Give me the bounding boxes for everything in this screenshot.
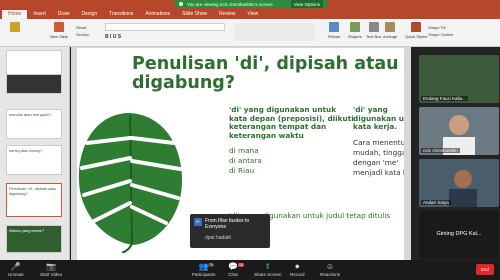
paste-button[interactable] bbox=[10, 22, 20, 34]
participant-video-tile[interactable]: Ginting DPG Kal... bbox=[419, 211, 499, 259]
participants-count: 70 bbox=[208, 263, 214, 267]
chat-bubble-icon: 💬 bbox=[228, 262, 238, 271]
shape-fill-button[interactable]: Shape Fill bbox=[428, 25, 446, 30]
reset-button[interactable]: Reset bbox=[76, 25, 86, 30]
ribbon-tabs: Home Insert Draw Design Transitions Anim… bbox=[0, 9, 500, 19]
format-buttons[interactable]: B I U S bbox=[105, 34, 185, 41]
tab-home[interactable]: Home bbox=[2, 10, 28, 19]
participant-video-tile[interactable]: Endang Fauzi Kalla... bbox=[419, 55, 499, 103]
smiley-icon: ☺ bbox=[325, 262, 335, 271]
shapes-button[interactable]: Shapes bbox=[348, 22, 362, 39]
view-options-button[interactable]: View Options bbox=[290, 0, 323, 8]
ribbon-toolbar: New Slide Reset Section B I U S Picture … bbox=[0, 19, 500, 47]
unmute-button[interactable]: 🎤 Unmute bbox=[8, 262, 24, 277]
picture-label: Picture bbox=[328, 34, 341, 39]
paragraph-group[interactable] bbox=[235, 23, 315, 41]
video-camera-icon: 📷 bbox=[46, 262, 57, 271]
arrange-button[interactable]: Arrange bbox=[383, 22, 397, 39]
tab-review[interactable]: Review bbox=[213, 11, 241, 19]
participant-name: Andari Satya bbox=[421, 200, 451, 205]
slide-thumbnail[interactable]: 10 bbox=[6, 74, 62, 94]
slide-thumbnail-selected[interactable]: 13Penulisan 'di', dipisah atau digabung? bbox=[6, 183, 62, 217]
slide-thumbnail[interactable]: 12kontoj atau kontoj? bbox=[6, 145, 62, 175]
share-banner-text: You are viewing nclc christhanbkn's scre… bbox=[187, 1, 273, 7]
end-meeting-button[interactable]: End bbox=[475, 264, 494, 275]
new-slide-label: New Slide bbox=[50, 34, 69, 39]
preposition-examples: di mana di antara di Riau bbox=[229, 146, 262, 175]
font-select[interactable] bbox=[105, 23, 225, 31]
tab-transitions[interactable]: Transitions bbox=[103, 11, 139, 19]
tab-view[interactable]: View bbox=[242, 11, 265, 19]
text-box-label: Text Box bbox=[366, 34, 382, 39]
tab-draw[interactable]: Draw bbox=[52, 11, 76, 19]
participant-name: nclc christhanbkn bbox=[421, 148, 460, 153]
sender-avatar: IF bbox=[194, 218, 202, 226]
shapes-label: Shapes bbox=[348, 34, 362, 39]
record-icon: ⏺ bbox=[295, 262, 300, 271]
chat-badge: 12 bbox=[238, 263, 244, 267]
section-button[interactable]: Section bbox=[76, 32, 89, 37]
shape-outline-button[interactable]: Shape Outline bbox=[428, 32, 453, 37]
quick-styles-button[interactable]: Quick Styles bbox=[405, 22, 427, 39]
share-arrow-icon: ⬆ bbox=[264, 262, 272, 271]
verb-heading: 'di' yang digunakan untuk kata kerja. bbox=[353, 105, 404, 131]
participant-name: Endang Fauzi Kalla... bbox=[421, 96, 468, 101]
quick-styles-label: Quick Styles bbox=[405, 34, 428, 39]
slide-title[interactable]: Penulisan 'di', dipisah atau digabung? bbox=[132, 55, 404, 93]
slide-thumbnail[interactable]: 11menulis atau mengukir? bbox=[6, 109, 62, 139]
slide-thumbnail-pane[interactable]: 9 10 11menulis atau mengukir? 12kontoj a… bbox=[0, 47, 70, 260]
zoom-control-bar: 🎤 Unmute 📷 Start Video 👥 Participants 70 💬 C… bbox=[0, 260, 500, 280]
share-dot-icon bbox=[179, 2, 183, 6]
text-box-button[interactable]: Text Box bbox=[366, 22, 381, 39]
tab-slide-show[interactable]: Slide Show bbox=[176, 11, 213, 19]
record-button[interactable]: ⏺ Record bbox=[290, 262, 305, 277]
verb-column[interactable]: 'di' yang digunakan untuk kata kerja. Ca… bbox=[353, 105, 404, 178]
reactions-button[interactable]: ☺ Reactions bbox=[320, 262, 340, 277]
chat-header: From Ilfan fasdes to Everyone bbox=[205, 218, 250, 230]
new-slide-button[interactable]: New Slide bbox=[50, 22, 68, 39]
participant-video-panel: Endang Fauzi Kalla... nclc christhanbkn … bbox=[411, 47, 500, 260]
participant-video-tile[interactable]: nclc christhanbkn bbox=[419, 107, 499, 155]
preposition-column[interactable]: 'di' yang digunakan untuk kata depan (pr… bbox=[229, 105, 354, 176]
chat-message: dpat hadiah bbox=[205, 235, 232, 241]
slide-thumbnail[interactable]: 14Warna yang benar? bbox=[6, 225, 62, 253]
verb-explanation: Cara menentukan mudah, tinggal dengan 'm… bbox=[353, 137, 404, 177]
participant-name: Ginting DPG Kal... bbox=[436, 231, 482, 237]
start-video-button[interactable]: 📷 Start Video bbox=[40, 262, 62, 277]
chat-popup[interactable]: IF From Ilfan fasdes to Everyone dpat ha… bbox=[190, 214, 270, 248]
picture-button[interactable]: Picture bbox=[328, 22, 340, 39]
chat-button[interactable]: 💬 Chat bbox=[228, 262, 238, 277]
participant-video-tile[interactable]: Andari Satya bbox=[419, 159, 499, 207]
share-screen-button[interactable]: ⬆ Share Screen bbox=[254, 262, 282, 277]
arrange-label: Arrange bbox=[383, 34, 398, 39]
tab-animations[interactable]: Animations bbox=[139, 11, 176, 19]
tab-insert[interactable]: Insert bbox=[27, 11, 52, 19]
tab-design[interactable]: Design bbox=[76, 11, 104, 19]
microphone-icon: 🎤 bbox=[10, 262, 21, 271]
screen-share-banner: You are viewing nclc christhanbkn's scre… bbox=[175, 0, 327, 8]
monstera-leaf-image[interactable] bbox=[77, 103, 187, 253]
preposition-heading: 'di' yang digunakan untuk kata depan (pr… bbox=[229, 105, 354, 140]
